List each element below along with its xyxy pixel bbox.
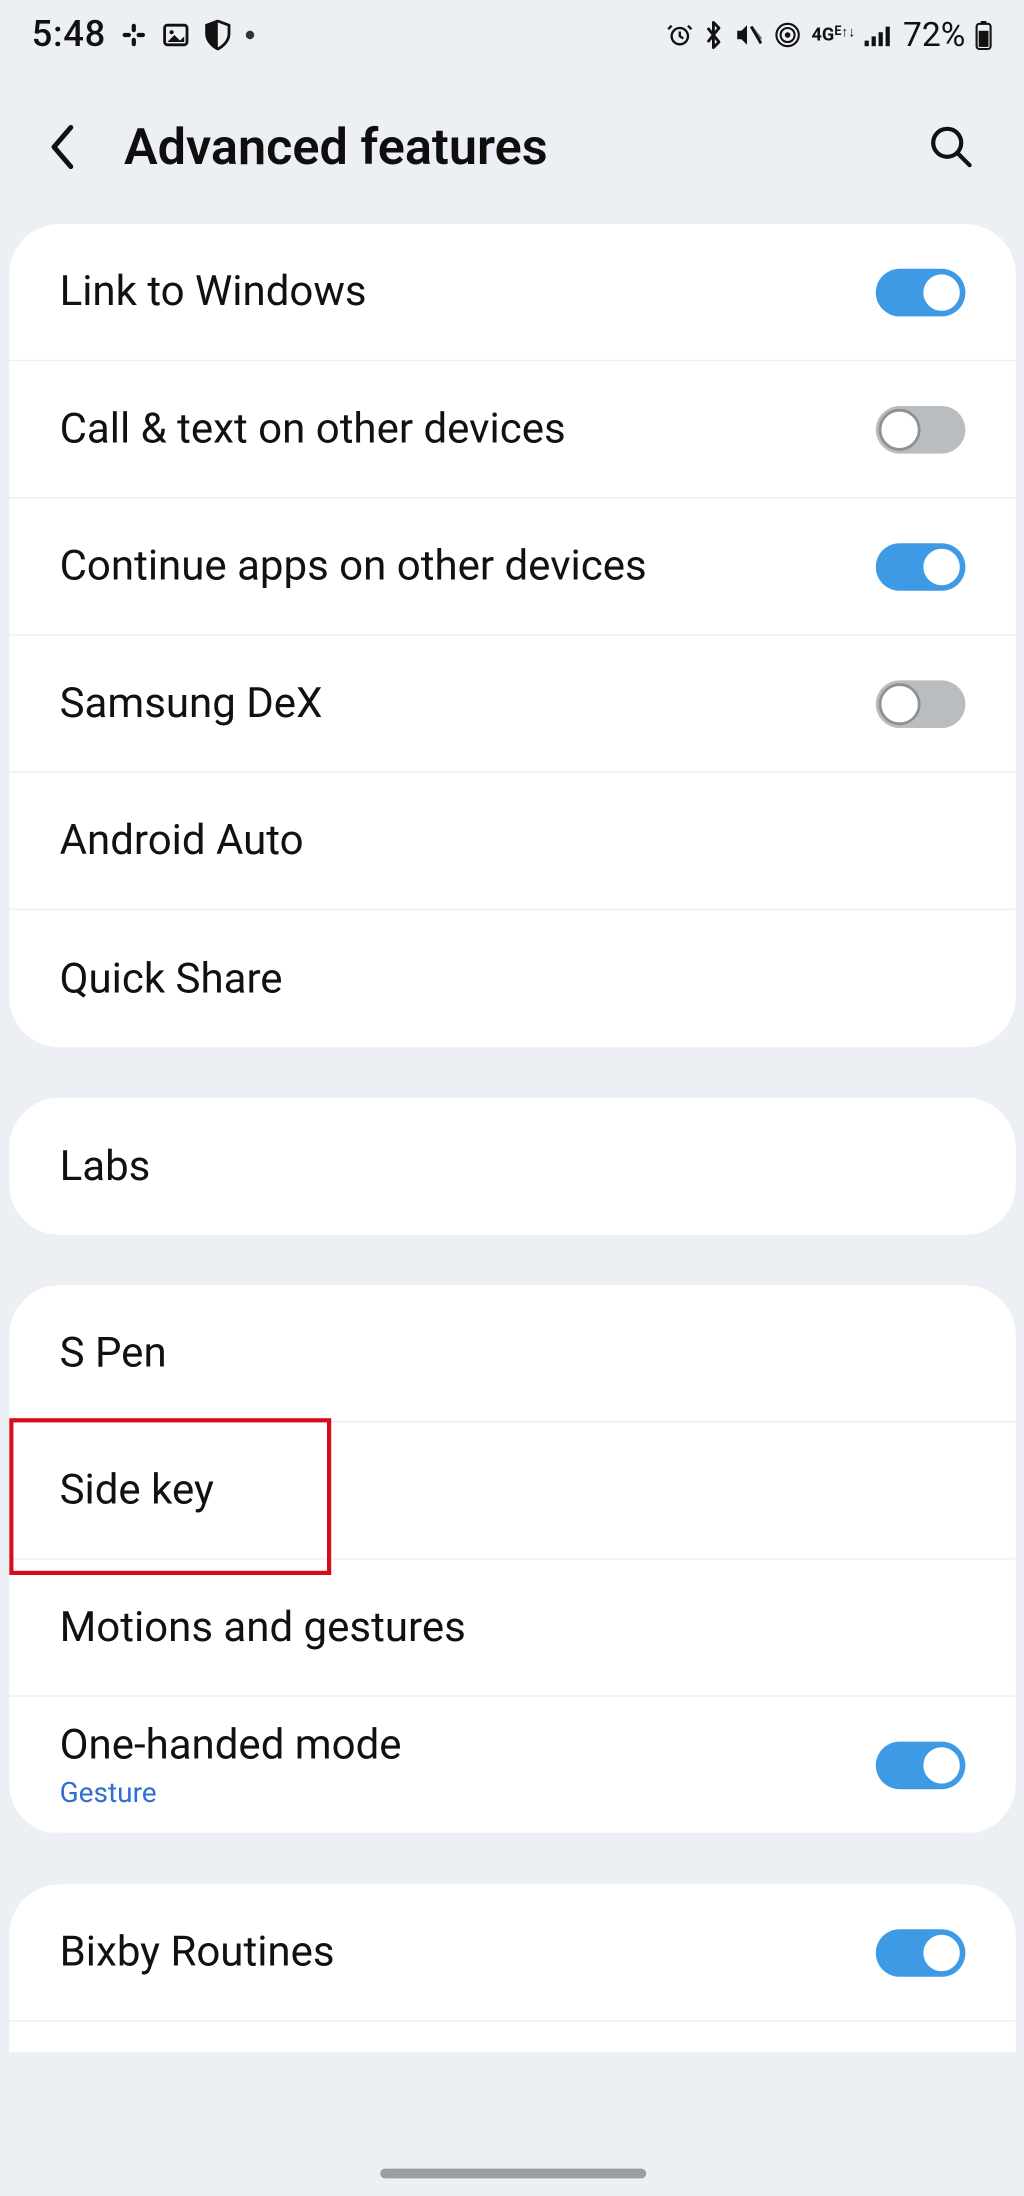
hotspot-icon bbox=[772, 20, 803, 51]
bluetooth-icon bbox=[702, 20, 724, 51]
search-button[interactable] bbox=[920, 116, 982, 178]
row-side-key[interactable]: Side key bbox=[9, 1422, 1016, 1559]
row-cutoff bbox=[9, 2022, 1016, 2053]
status-bar: 5:48 4GE↑↓ bbox=[0, 0, 1023, 70]
row-s-pen[interactable]: S Pen bbox=[9, 1285, 1016, 1422]
more-notifications-dot bbox=[246, 31, 254, 39]
label: One-handed mode bbox=[59, 1721, 401, 1770]
label: Motions and gestures bbox=[59, 1603, 465, 1652]
settings-group-bixby: Bixby Routines bbox=[9, 1884, 1016, 2052]
alarm-icon bbox=[665, 21, 693, 49]
row-bixby-routines[interactable]: Bixby Routines bbox=[9, 1884, 1016, 2021]
toggle-call-text-other-devices[interactable] bbox=[875, 405, 965, 453]
settings-group-connectivity: Link to Windows Call & text on other dev… bbox=[9, 224, 1016, 1047]
label: Android Auto bbox=[59, 816, 303, 865]
status-time: 5:48 bbox=[31, 14, 105, 56]
row-continue-apps[interactable]: Continue apps on other devices bbox=[9, 498, 1016, 635]
app-bar: Advanced features bbox=[0, 70, 1023, 224]
row-one-handed-mode[interactable]: One-handed mode Gesture bbox=[9, 1697, 1016, 1834]
toggle-link-to-windows[interactable] bbox=[875, 268, 965, 316]
slack-icon bbox=[120, 21, 148, 49]
mute-vibrate-icon bbox=[733, 21, 764, 49]
settings-group-labs: Labs bbox=[9, 1098, 1016, 1235]
label: S Pen bbox=[59, 1329, 166, 1378]
status-left: 5:48 bbox=[31, 14, 254, 56]
row-link-to-windows[interactable]: Link to Windows bbox=[9, 224, 1016, 361]
label: Quick Share bbox=[59, 954, 282, 1003]
label: Call & text on other devices bbox=[59, 405, 565, 454]
network-4g-icon: 4GE↑↓ bbox=[811, 26, 855, 44]
toggle-bixby-routines[interactable] bbox=[875, 1929, 965, 1977]
row-samsung-dex[interactable]: Samsung DeX bbox=[9, 636, 1016, 773]
label: Samsung DeX bbox=[59, 679, 322, 728]
row-call-text-other-devices[interactable]: Call & text on other devices bbox=[9, 361, 1016, 498]
row-android-auto[interactable]: Android Auto bbox=[9, 773, 1016, 910]
screen: 5:48 4GE↑↓ bbox=[0, 0, 1023, 2187]
toggle-one-handed-mode[interactable] bbox=[875, 1741, 965, 1789]
row-motions-gestures[interactable]: Motions and gestures bbox=[9, 1560, 1016, 1697]
shield-icon bbox=[204, 20, 232, 51]
gesture-nav-bar[interactable] bbox=[379, 2169, 645, 2179]
settings-group-input: S Pen Side key Motions and gestures One-… bbox=[9, 1285, 1016, 1834]
row-quick-share[interactable]: Quick Share bbox=[9, 910, 1016, 1047]
status-right: 4GE↑↓ 72% bbox=[665, 15, 993, 54]
label: Labs bbox=[59, 1142, 150, 1191]
row-labs[interactable]: Labs bbox=[9, 1098, 1016, 1235]
label: Link to Windows bbox=[59, 267, 366, 316]
label: Bixby Routines bbox=[59, 1928, 334, 1977]
label: Continue apps on other devices bbox=[59, 542, 646, 591]
picture-icon bbox=[162, 21, 190, 49]
toggle-samsung-dex[interactable] bbox=[875, 680, 965, 728]
label: Side key bbox=[59, 1466, 213, 1515]
toggle-continue-apps[interactable] bbox=[875, 543, 965, 591]
sub-label: Gesture bbox=[59, 1775, 401, 1809]
page-title: Advanced features bbox=[124, 118, 887, 177]
battery-percent: 72% bbox=[903, 15, 965, 54]
back-button[interactable] bbox=[34, 119, 90, 175]
signal-icon bbox=[863, 22, 894, 47]
battery-icon bbox=[973, 20, 993, 51]
